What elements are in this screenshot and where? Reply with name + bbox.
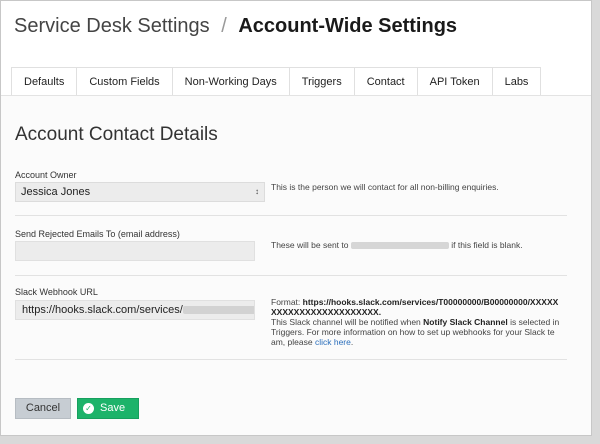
tab-api-token[interactable]: API Token: [417, 67, 493, 95]
slack-format-url-cont: XXXXXXXXXXXXXXXXXXX.: [271, 307, 382, 317]
slack-help-text: This Slack channel will be notified when: [271, 317, 421, 327]
divider: [15, 215, 567, 216]
select-arrows-icon: ↕: [255, 187, 259, 196]
tab-custom-fields[interactable]: Custom Fields: [77, 67, 173, 95]
notify-slack-channel-text: Notify Slack Channel: [423, 317, 508, 327]
divider: [15, 275, 567, 276]
slack-help-line-4: Triggers. For more information on how to…: [271, 327, 555, 337]
page-title: Account-Wide Settings: [238, 15, 458, 37]
cancel-button[interactable]: Cancel: [15, 398, 71, 419]
rejected-emails-label: Send Rejected Emails To (email address): [15, 229, 180, 239]
save-button-label: Save: [100, 402, 126, 414]
page-header: Service Desk Settings / Account-Wide Set…: [14, 15, 457, 38]
tab-non-working-days[interactable]: Non-Working Days: [172, 67, 290, 95]
account-owner-selected-value: Jessica Jones: [21, 186, 91, 198]
slack-format-line: Format: https://hooks.slack.com/services…: [271, 297, 559, 307]
account-owner-help: This is the person we will contact for a…: [271, 182, 499, 192]
rejected-emails-input[interactable]: [15, 241, 255, 261]
slack-help-text: is selected in: [510, 317, 560, 327]
rejected-emails-help-suffix: if this field is blank.: [451, 240, 523, 250]
slack-format-prefix: Format:: [271, 297, 301, 307]
slack-webhook-value: https://hooks.slack.com/services/: [22, 304, 183, 316]
slack-webhook-help: Format: https://hooks.slack.com/services…: [271, 297, 559, 347]
slack-format-line-2: XXXXXXXXXXXXXXXXXXX.: [271, 307, 559, 317]
redacted-email: [350, 242, 449, 250]
tab-contact[interactable]: Contact: [354, 67, 418, 95]
check-icon: ✓: [83, 403, 94, 414]
slack-webhook-input[interactable]: https://hooks.slack.com/services/: [15, 300, 255, 320]
redacted-webhook-token: [182, 306, 254, 315]
content-area: [1, 96, 591, 435]
save-button[interactable]: ✓ Save: [77, 398, 139, 419]
settings-window: Service Desk Settings / Account-Wide Set…: [0, 0, 592, 436]
settings-tabs: Defaults Custom Fields Non-Working Days …: [11, 67, 542, 95]
slack-help-line-5: am, please click here.: [271, 337, 559, 347]
slack-help-text: .: [350, 337, 354, 347]
tab-triggers[interactable]: Triggers: [289, 67, 355, 95]
rejected-emails-help-prefix: These will be sent to: [271, 240, 349, 250]
account-owner-select[interactable]: Jessica Jones ↕: [15, 182, 265, 202]
breadcrumb-service-desk-settings[interactable]: Service Desk Settings: [14, 15, 210, 37]
slack-help-text: am, please: [271, 337, 313, 347]
account-owner-label: Account Owner: [15, 170, 77, 180]
rejected-emails-help: These will be sent to if this field is b…: [271, 240, 523, 250]
section-title: Account Contact Details: [15, 124, 218, 145]
slack-format-url: https://hooks.slack.com/services/T000000…: [302, 297, 559, 307]
slack-webhook-label: Slack Webhook URL: [15, 287, 98, 297]
divider: [15, 359, 567, 360]
breadcrumb-separator: /: [221, 15, 227, 37]
tab-defaults[interactable]: Defaults: [11, 67, 78, 95]
tab-labs[interactable]: Labs: [492, 67, 542, 95]
click-here-link[interactable]: click here: [315, 337, 351, 347]
slack-help-line-3: This Slack channel will be notified when…: [271, 317, 559, 327]
